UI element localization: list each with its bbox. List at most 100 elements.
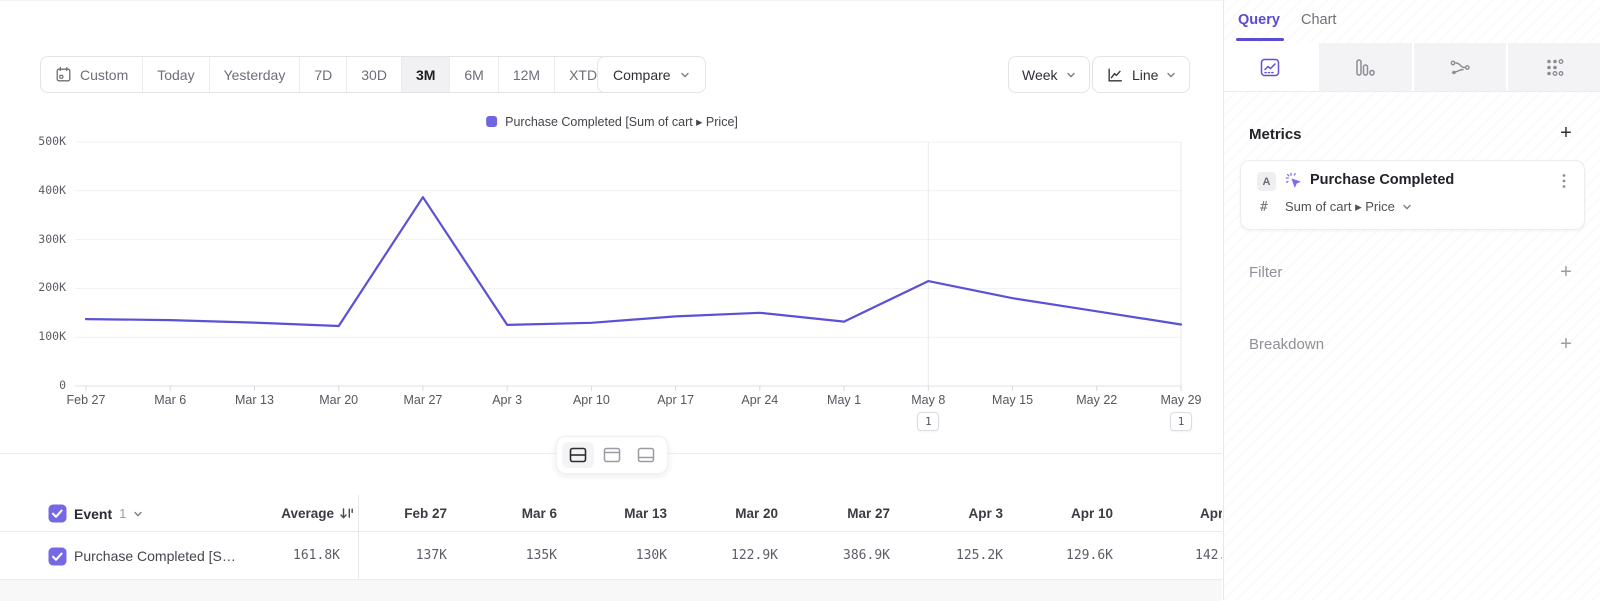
x-axis-tick-label: Apr 3 [492, 393, 522, 407]
range-button-today[interactable]: Today [143, 57, 209, 92]
average-column-header[interactable]: Average [230, 495, 354, 532]
breakdown-section-title: Breakdown [1249, 336, 1324, 353]
table-cell-value: 122.9K [668, 532, 778, 580]
select-all-checkbox[interactable] [48, 504, 67, 523]
split-view-icon [568, 446, 588, 464]
add-breakdown-button[interactable]: + [1554, 332, 1578, 356]
chart-legend: Purchase Completed [Sum of cart ▸ Price] [486, 114, 738, 129]
range-label: Today [157, 67, 194, 83]
date-column-header[interactable]: Apr 10 [1003, 495, 1113, 532]
x-axis-tick-label: Feb 27 [67, 393, 106, 407]
metric-aggregation-dropdown[interactable]: Sum of cart ▸ Price [1285, 199, 1412, 215]
filter-section-title: Filter [1249, 264, 1282, 281]
x-axis-tick-label: May 29 [1161, 393, 1202, 407]
x-axis-tick-label: Apr 24 [741, 393, 778, 407]
range-button-30d[interactable]: 30D [347, 57, 402, 92]
layout-table-only-button[interactable] [630, 442, 662, 468]
event-column-header[interactable]: Event 1 [74, 495, 143, 532]
granularity-dropdown[interactable]: Week [1008, 56, 1090, 93]
calendar-icon [55, 66, 72, 83]
results-table: Event 1 Average Purchase Completed [Sum … [0, 482, 1222, 601]
table-cell-value: 137K [337, 532, 447, 580]
view-type-icon-row [1224, 43, 1600, 92]
view-insights-button[interactable] [1224, 43, 1317, 91]
range-button-yesterday[interactable]: Yesterday [210, 57, 301, 92]
metric-card[interactable]: A Purchase Completed # Sum of cart ▸ Pri… [1240, 160, 1585, 230]
table-cell-value: 135K [447, 532, 557, 580]
range-label: XTD [569, 67, 597, 83]
y-axis-tick-label: 400K [0, 183, 66, 197]
top-panel-icon [602, 446, 622, 464]
date-column-header[interactable]: Mar 20 [668, 495, 778, 532]
metrics-section-title: Metrics [1249, 126, 1302, 143]
metric-aggregation-value: Sum of cart ▸ Price [1285, 199, 1395, 215]
x-axis-tick-label: Mar 13 [235, 393, 274, 407]
annotation-count-badge[interactable]: 1 [917, 412, 939, 431]
layout-chart-only-button[interactable] [596, 442, 628, 468]
add-metric-button[interactable]: + [1554, 121, 1578, 145]
compare-button[interactable]: Compare [597, 56, 706, 93]
tab-query[interactable]: Query [1238, 12, 1280, 28]
kebab-menu-icon[interactable] [1557, 172, 1571, 190]
range-button-3m[interactable]: 3M [402, 57, 450, 92]
date-column-header[interactable]: Mar 13 [557, 495, 667, 532]
chevron-down-icon [133, 509, 143, 519]
layout-toggle-group [556, 436, 668, 474]
view-retention-button[interactable] [1506, 43, 1600, 91]
x-axis-tick-label: Mar 27 [403, 393, 442, 407]
x-axis-tick-label: Mar 20 [319, 393, 358, 407]
numeric-property-icon: # [1260, 200, 1268, 215]
metric-letter-badge: A [1257, 172, 1276, 191]
range-label: Custom [80, 67, 128, 83]
range-button-custom[interactable]: Custom [41, 57, 143, 92]
active-tab-underline [1236, 38, 1284, 41]
row-checkbox[interactable] [48, 547, 67, 566]
legend-swatch [486, 116, 497, 127]
table-cell-value: 125.2K [893, 532, 1003, 580]
table-cell-value: 386.9K [780, 532, 890, 580]
y-axis-tick-label: 100K [0, 329, 66, 343]
date-column-header[interactable]: Feb 27 [337, 495, 447, 532]
bottom-panel-icon [636, 446, 656, 464]
chevron-down-icon [1402, 202, 1412, 212]
range-button-12m[interactable]: 12M [499, 57, 555, 92]
average-header-label: Average [281, 506, 334, 521]
range-button-6m[interactable]: 6M [450, 57, 498, 92]
range-label: 6M [464, 67, 483, 83]
table-footer-strip [0, 580, 1222, 601]
table-cell-value: 129.6K [1003, 532, 1113, 580]
annotation-count-badge[interactable]: 1 [1170, 412, 1192, 431]
layout-split-view-button[interactable] [562, 442, 594, 468]
date-column-header[interactable]: Mar 6 [447, 495, 557, 532]
range-button-7d[interactable]: 7D [300, 57, 347, 92]
metric-event-name[interactable]: Purchase Completed [1310, 172, 1454, 188]
query-panel: Query Chart Metrics + A Purchase Complet… [1223, 0, 1600, 600]
line-chart-icon [1106, 66, 1124, 84]
x-axis-tick-label: May 8 [911, 393, 945, 407]
view-funnels-button[interactable] [1317, 43, 1412, 91]
tab-chart[interactable]: Chart [1301, 12, 1336, 28]
date-column-header[interactable]: Mar 27 [780, 495, 890, 532]
x-axis-tick-label: May 22 [1076, 393, 1117, 407]
range-label: Yesterday [224, 67, 286, 83]
y-axis-tick-label: 200K [0, 280, 66, 294]
event-count: 1 [119, 506, 126, 521]
table-cell-value: 130K [557, 532, 667, 580]
event-header-label: Event [74, 506, 112, 522]
bar-chart-icon [1354, 57, 1376, 78]
date-column-header[interactable]: Apr 17 [1132, 495, 1222, 532]
view-flows-button[interactable] [1412, 43, 1507, 91]
compare-label: Compare [613, 67, 671, 83]
chart-type-value: Line [1132, 67, 1158, 83]
insights-report-page: Custom Today Yesterday 7D 30D3M 6M 12M XTD Comp… [0, 0, 1600, 600]
x-axis-tick-label: Apr 10 [573, 393, 610, 407]
date-column-header[interactable]: Apr 3 [893, 495, 1003, 532]
insights-line-icon [1259, 57, 1281, 78]
x-axis-tick-label: May 1 [827, 393, 861, 407]
row-series-name[interactable]: Purchase Completed [Sum of cart ▸ Price] [74, 532, 236, 580]
add-filter-button[interactable]: + [1554, 260, 1578, 284]
granularity-value: Week [1022, 67, 1058, 83]
range-label: 7D [314, 67, 332, 83]
x-axis-tick-label: May 15 [992, 393, 1033, 407]
chart-type-dropdown[interactable]: Line [1092, 56, 1190, 93]
